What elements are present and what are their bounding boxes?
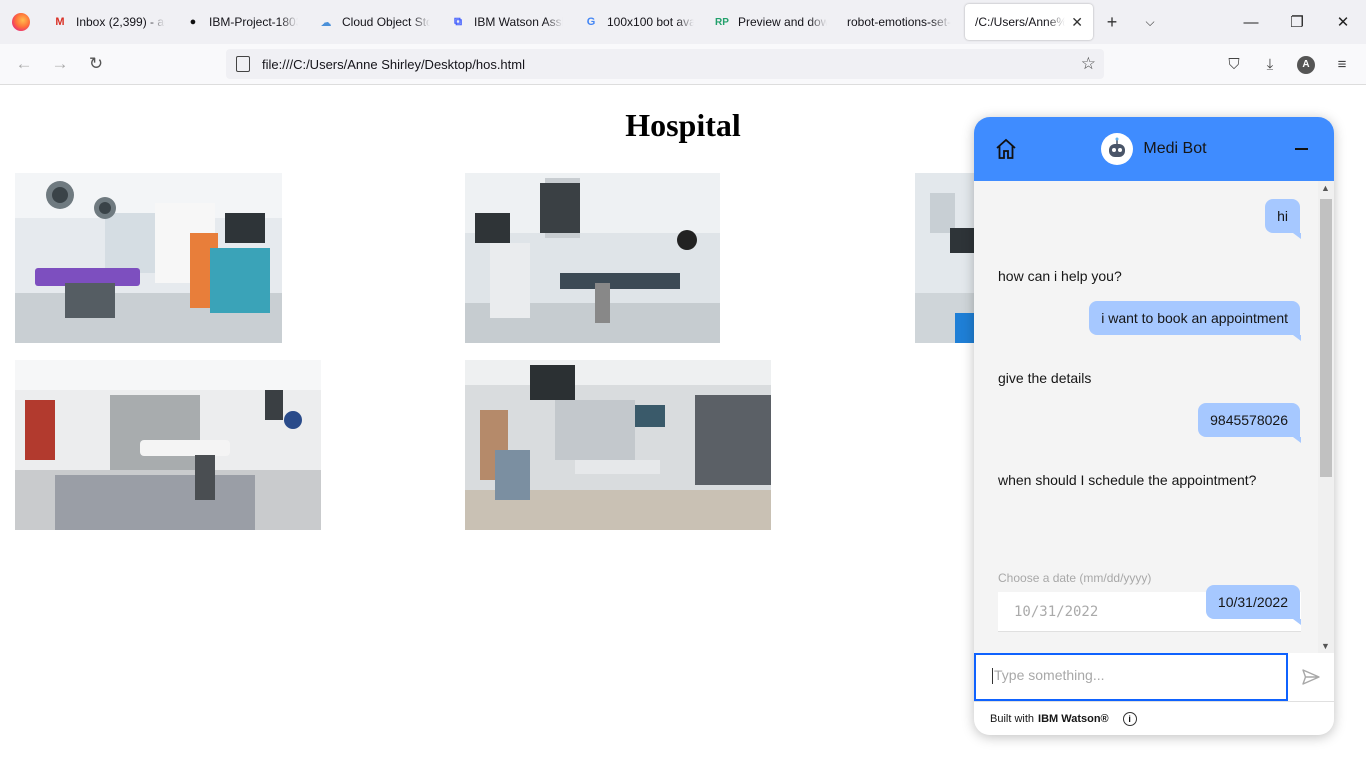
downloads-icon[interactable]: ⤓ <box>1252 49 1288 81</box>
bot-avatar <box>1101 133 1134 165</box>
page-content: Hospital Medi Bot hi how can i help you?… <box>0 85 1366 768</box>
operating-room-photo-2 <box>465 173 720 343</box>
footer-prefix: Built with <box>990 712 1035 725</box>
text-caret <box>992 668 993 685</box>
operating-room-photo-4 <box>15 360 321 530</box>
reload-icon[interactable]: ↻ <box>78 48 114 80</box>
tab-label: Cloud Object Sto <box>342 15 430 29</box>
bot-message: how can i help you? <box>998 268 1122 284</box>
chat-header: Medi Bot <box>974 117 1334 181</box>
tab-label: IBM Watson Assi <box>474 15 563 29</box>
tab-label: IBM-Project-1803 <box>209 15 298 29</box>
tab-hos-html[interactable]: /C:/Users/Anne%2 ✕ <box>965 4 1093 40</box>
tab-label: robot-emotions-set- <box>847 15 952 29</box>
minimize-window-icon[interactable]: — <box>1228 0 1274 44</box>
chat-input-placeholder: Type something... <box>994 667 1105 683</box>
tab-google-search[interactable]: G 100x100 bot avat <box>573 0 704 44</box>
user-message: 9845578026 <box>1198 403 1301 443</box>
minimize-chat-icon[interactable] <box>1295 148 1308 150</box>
home-icon[interactable] <box>994 137 1018 161</box>
close-window-icon[interactable]: ✕ <box>1320 0 1366 44</box>
navigation-bar: ← → ↻ file:///C:/Users/Anne Shirley/Desk… <box>0 44 1366 85</box>
rp-icon: RP <box>715 16 729 28</box>
user-message: 10/31/2022 <box>1205 585 1302 625</box>
tab-label: Preview and dow <box>738 15 827 29</box>
tab-github[interactable]: ● IBM-Project-1803 <box>175 0 308 44</box>
chat-widget: Medi Bot hi how can i help you? i want t… <box>974 117 1334 735</box>
tab-cloud-object-storage[interactable]: ☁ Cloud Object Sto <box>308 0 440 44</box>
app-menu-icon[interactable]: ≡ <box>1324 49 1360 81</box>
chat-title: Medi Bot <box>1143 140 1207 157</box>
url-text: file:///C:/Users/Anne Shirley/Desktop/ho… <box>262 56 525 72</box>
footer-brand: IBM Watson® <box>1038 712 1109 725</box>
chat-scrollbar[interactable]: ▲ ▼ <box>1318 181 1334 653</box>
tab-label: 100x100 bot avat <box>607 15 694 29</box>
bot-message: give the details <box>998 370 1092 386</box>
info-icon[interactable]: i <box>1122 711 1137 726</box>
new-tab-icon[interactable]: + <box>1093 0 1131 44</box>
watson-icon: ⧉ <box>454 15 462 28</box>
robot-icon <box>1109 137 1126 157</box>
google-icon: G <box>586 16 596 28</box>
tab-label: Inbox (2,399) - ag <box>76 15 165 29</box>
scrollbar-thumb[interactable] <box>1320 199 1332 477</box>
tab-label: /C:/Users/Anne%2 <box>975 15 1066 29</box>
operating-room-photo-5 <box>465 360 771 530</box>
user-message: i want to book an appointment <box>1089 301 1301 341</box>
send-button[interactable] <box>1288 653 1334 701</box>
bookmark-star-icon[interactable]: ☆ <box>1081 54 1096 74</box>
tab-preview-download[interactable]: RP Preview and dow <box>704 0 837 44</box>
back-arrow-icon[interactable]: ← <box>6 48 42 80</box>
pocket-icon[interactable]: ⛉ <box>1216 49 1252 81</box>
chat-message-input[interactable]: Type something... <box>974 653 1288 701</box>
forward-arrow-icon[interactable]: → <box>42 48 78 80</box>
restore-window-icon[interactable]: ❐ <box>1274 0 1320 44</box>
gmail-icon: M <box>55 16 65 28</box>
operating-room-photo-1 <box>15 173 282 343</box>
file-page-icon <box>236 56 250 72</box>
chat-footer: Built with IBM Watson® i <box>974 701 1334 735</box>
scroll-up-arrow-icon[interactable]: ▲ <box>1321 183 1330 193</box>
scroll-down-arrow-icon[interactable]: ▼ <box>1321 641 1330 651</box>
cloud-icon: ☁ <box>320 16 332 29</box>
github-icon: ● <box>189 16 197 28</box>
tab-robot-emotions[interactable]: robot-emotions-set- <box>837 0 965 44</box>
firefox-menu-icon[interactable] <box>0 0 42 44</box>
chat-transcript: hi how can i help you? i want to book an… <box>974 181 1318 702</box>
bot-message: when should I schedule the appointment? <box>998 472 1257 488</box>
tab-watson-assistant[interactable]: ⧉ IBM Watson Assi <box>440 0 573 44</box>
address-bar[interactable]: file:///C:/Users/Anne Shirley/Desktop/ho… <box>226 49 1104 79</box>
user-message: hi <box>1265 199 1301 239</box>
date-picker-value: 10/31/2022 <box>1014 604 1099 620</box>
list-tabs-chevron-icon[interactable]: ⌵ <box>1131 0 1169 44</box>
send-icon <box>1302 669 1320 685</box>
account-avatar[interactable]: A <box>1288 49 1324 81</box>
close-tab-icon[interactable]: ✕ <box>1071 14 1083 31</box>
date-picker-label: Choose a date (mm/dd/yyyy) <box>998 571 1152 585</box>
tab-gmail[interactable]: M Inbox (2,399) - ag <box>42 0 175 44</box>
tab-strip: M Inbox (2,399) - ag ● IBM-Project-1803 … <box>0 0 1366 44</box>
